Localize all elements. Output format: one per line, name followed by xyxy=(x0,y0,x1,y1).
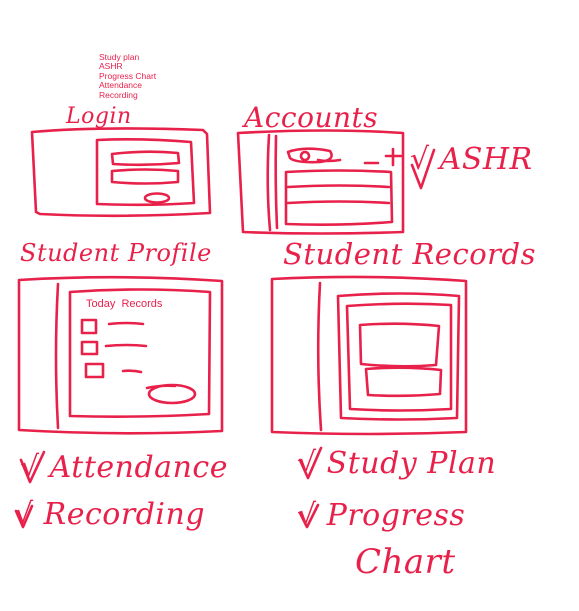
records-sidebar-divider xyxy=(316,281,323,432)
login-password-field xyxy=(110,168,180,185)
progress-note: √ Progress xyxy=(297,498,466,533)
accounts-sidebar-divider xyxy=(266,133,272,232)
login-username-field xyxy=(110,150,181,167)
student-records-wireframe xyxy=(270,275,468,436)
login-title: Login xyxy=(66,104,132,129)
typed-list-item: Recording xyxy=(99,89,138,100)
typed-feature-list: Study plan ASHR Progress Chart Attendanc… xyxy=(99,52,156,100)
records-content-panel xyxy=(336,292,461,421)
profile-checkbox-1 xyxy=(80,318,98,335)
attendance-note: √ Attendance xyxy=(20,450,228,485)
accounts-note: √ ASHR xyxy=(410,142,533,177)
accounts-table-box xyxy=(284,169,394,226)
accounts-outer-frame xyxy=(236,129,405,235)
profile-button-stroke xyxy=(145,384,177,390)
login-wireframe xyxy=(30,127,212,218)
accounts-circle-toggle xyxy=(299,150,311,162)
login-button xyxy=(143,192,171,204)
profile-checkbox-3 xyxy=(84,362,105,379)
records-study-plan-card xyxy=(358,322,441,368)
accounts-dash-line xyxy=(316,158,342,163)
student-records-title: Student Records xyxy=(283,237,536,271)
profile-checkbox-2 xyxy=(80,340,99,356)
accounts-add-icon xyxy=(384,147,403,167)
recording-note: √ Recording xyxy=(14,497,206,532)
chart-note: Chart xyxy=(355,542,456,582)
today-records-label: Today Records xyxy=(86,298,163,310)
records-progress-card xyxy=(364,366,443,398)
accounts-title: Accounts xyxy=(244,101,379,134)
study-plan-note: √ Study Plan xyxy=(297,446,497,481)
accounts-table-row-1 xyxy=(286,184,391,189)
accounts-table-row-2 xyxy=(286,200,391,205)
profile-line-3 xyxy=(121,369,143,374)
accounts-wireframe xyxy=(236,129,405,235)
student-profile-title: Student Profile xyxy=(20,239,212,267)
accounts-second-divider xyxy=(274,134,279,230)
profile-line-1 xyxy=(107,321,145,326)
profile-sidebar-divider xyxy=(54,282,60,430)
profile-line-2 xyxy=(104,343,148,348)
